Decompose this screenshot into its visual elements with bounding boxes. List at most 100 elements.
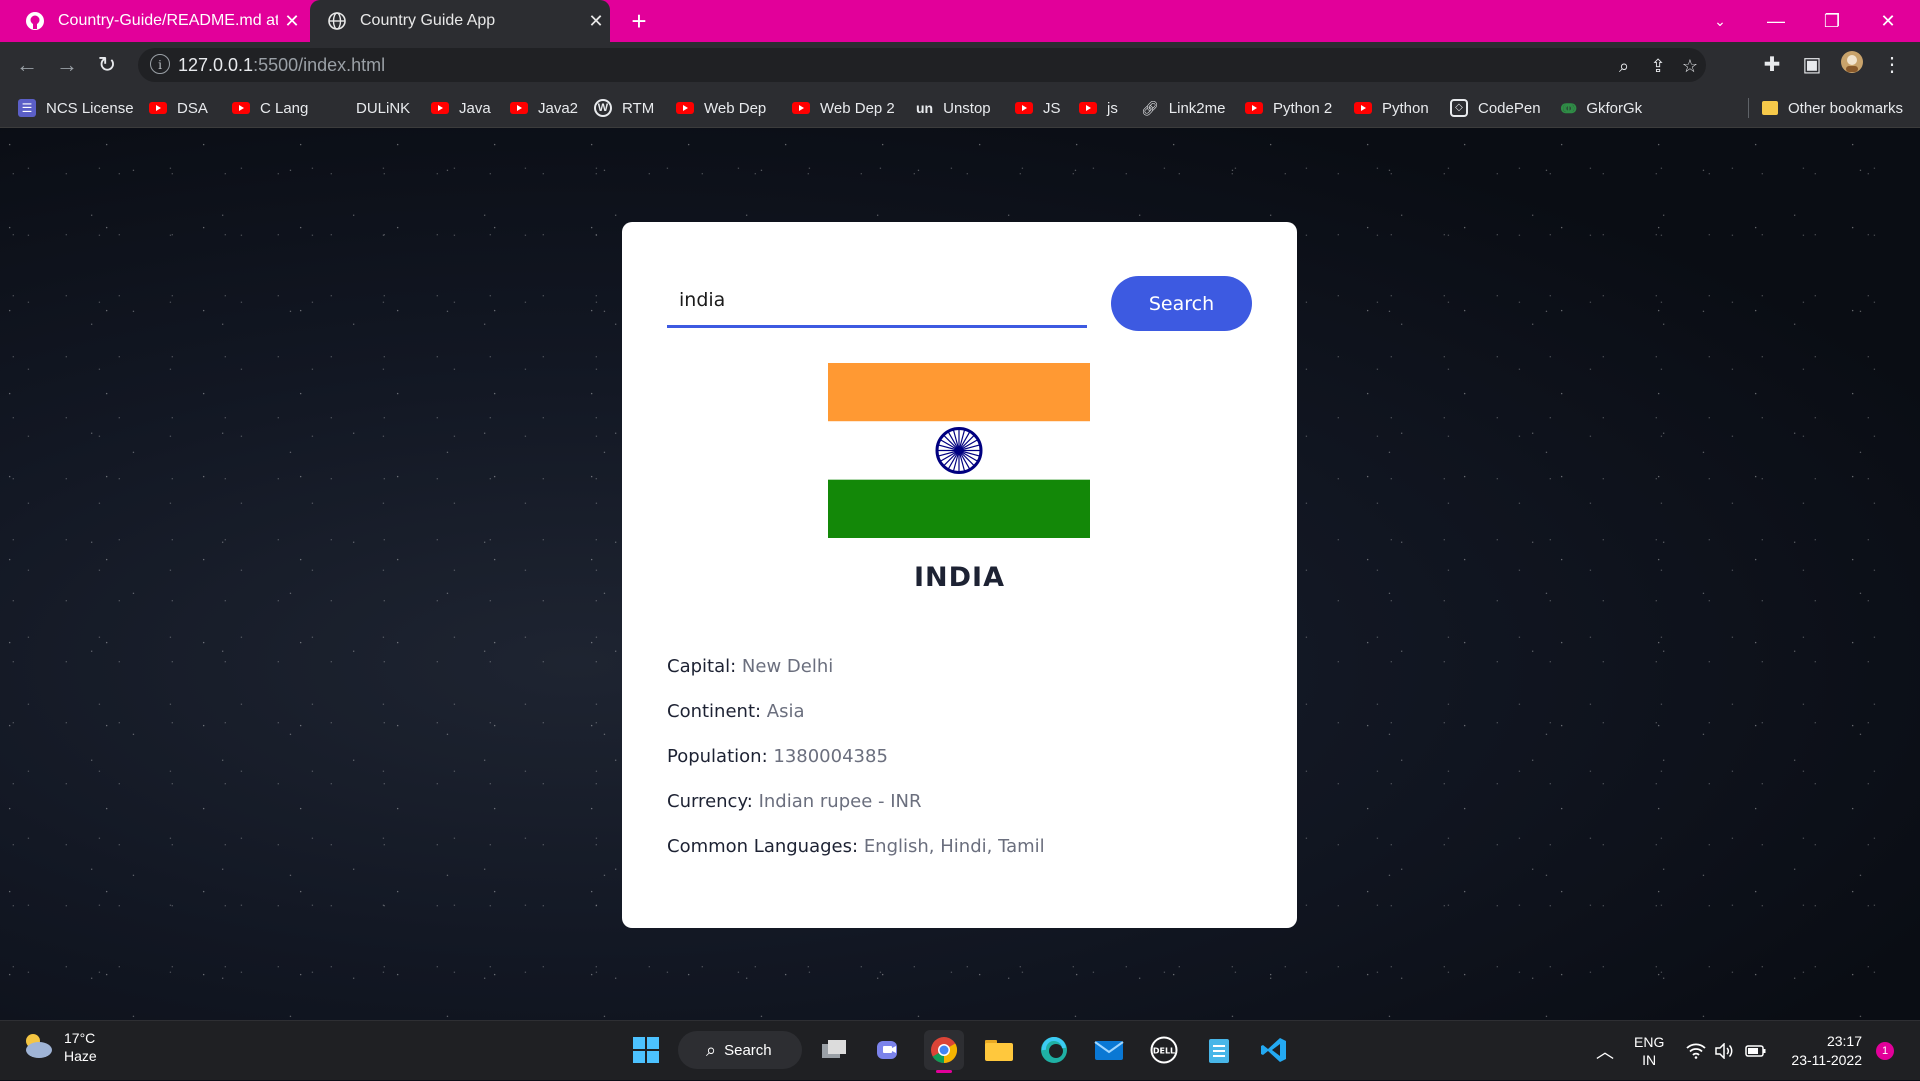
other-bookmarks[interactable]: Other bookmarks [1762,88,1903,128]
bookmark-ncs-license[interactable]: ☰ NCS License [18,88,134,128]
close-tab-icon[interactable]: ✕ [582,11,610,32]
forward-button[interactable]: → [52,50,82,80]
task-view-icon[interactable] [814,1030,854,1070]
bookmark-rtm[interactable]: W RTM [594,88,654,128]
info-key: Currency: [667,791,753,812]
bookmark-python-2[interactable]: Python 2 [1245,88,1332,128]
bookmark-codepen[interactable]: ◇ CodePen [1450,88,1541,128]
bookmark-star-icon[interactable]: ☆ [1678,54,1702,78]
language-indicator[interactable]: ENG IN [1634,1021,1664,1081]
windows-start-icon[interactable] [626,1030,666,1070]
bookmark-web-dep[interactable]: Web Dep [676,88,766,128]
wifi-icon[interactable] [1686,1021,1706,1081]
info-continent: Continent: Asia [667,701,805,722]
bookmark-python[interactable]: Python [1354,88,1429,128]
active-app-indicator [936,1070,952,1073]
show-hidden-icons[interactable]: ︿ [1596,1021,1614,1081]
taskbar-search-button[interactable]: ⌕ Search [678,1031,802,1069]
bookmarks-divider [1748,98,1749,118]
info-value: New Delhi [741,656,834,677]
close-window-button[interactable]: ✕ [1860,0,1916,42]
bookmark-c-lang[interactable]: C Lang [232,88,308,128]
restore-button[interactable]: ❐ [1804,0,1860,42]
bookmark-label: JS [1043,99,1061,117]
new-tab-button[interactable]: + [624,6,654,36]
info-icon[interactable]: i [150,54,170,74]
extensions-icon[interactable]: ✚ [1757,50,1787,80]
tab-bar: Country-Guide/README.md at m ✕ Country G… [0,0,1920,42]
youtube-icon [1245,102,1263,114]
bookmark-label: RTM [622,99,655,117]
bookmark-label: Web Dep 2 [820,99,895,117]
country-card: Search INDIA Capital: New Delhi Continen… [622,222,1297,928]
url-text: 127.0.0.1:5500/index.html [178,55,386,75]
battery-icon[interactable] [1745,1021,1767,1081]
minimize-button[interactable]: — [1748,0,1804,42]
back-button[interactable]: ← [12,50,42,80]
unstop-icon: un [916,100,934,116]
address-bar[interactable]: i 127.0.0.1:5500/index.html ⌕ ⇪ ☆ [138,48,1706,82]
info-population: Population: 1380004385 [667,746,888,767]
info-capital: Capital: New Delhi [667,656,833,677]
dell-icon[interactable]: DELL [1144,1030,1184,1070]
bookmark-label: Link2me [1168,99,1226,117]
weather-widget[interactable]: 17°C Haze [20,1029,97,1065]
country-search-input[interactable] [667,274,1087,328]
mail-icon[interactable] [1089,1030,1129,1070]
tab-title: Country Guide App [360,12,496,29]
profile-avatar[interactable] [1837,50,1867,80]
bookmark-java2[interactable]: Java2 [510,88,578,128]
bookmark-label: Web Dep [704,99,767,117]
bookmark-java[interactable]: Java [431,88,491,128]
info-languages: Common Languages: English, Hindi, Tamil [667,836,1045,857]
globe-icon [326,10,348,32]
bookmark-dsa[interactable]: DSA [149,88,208,128]
weather-temp: 17°C [64,1030,96,1046]
volume-icon[interactable] [1714,1021,1734,1081]
close-tab-icon[interactable]: ✕ [278,11,306,32]
notification-badge[interactable]: 1 [1876,1021,1894,1081]
other-bookmarks-label: Other bookmarks [1788,99,1904,117]
clock-date: 23-11-2022 [1791,1052,1862,1068]
info-value: English, Hindi, Tamil [863,836,1045,857]
tab-search-icon[interactable]: ⌄ [1692,0,1748,42]
teams-chat-icon[interactable] [869,1030,909,1070]
side-panel-icon[interactable]: ▣ [1797,50,1827,80]
bookmark-js-lower[interactable]: js [1079,88,1118,128]
bookmark-gkforgk[interactable]: ↈ GkforGk [1561,88,1642,128]
bookmark-link2me[interactable]: 🔗︎ Link2me [1141,88,1225,128]
bookmark-web-dep-2[interactable]: Web Dep 2 [792,88,895,128]
edge-icon[interactable] [1034,1030,1074,1070]
info-key: Continent: [667,701,762,722]
bookmark-label: C Lang [260,99,309,117]
svg-text:DELL: DELL [1153,1047,1175,1056]
vscode-icon[interactable] [1254,1030,1294,1070]
bookmark-js[interactable]: JS [1015,88,1061,128]
bookmark-unstop[interactable]: un Unstop [916,88,991,128]
tab-github-readme[interactable]: Country-Guide/README.md at m ✕ [6,0,306,42]
clock[interactable]: 23:17 23-11-2022 [1786,1021,1862,1081]
bookmark-label: CodePen [1478,99,1541,117]
notepad-icon[interactable] [1199,1030,1239,1070]
github-icon [24,10,46,32]
youtube-icon [1015,102,1033,114]
info-value: Indian rupee - INR [758,791,922,812]
info-key: Common Languages: [667,836,859,857]
chrome-icon[interactable] [924,1030,964,1073]
bookmark-label: Java2 [538,99,579,117]
tab-country-guide[interactable]: Country Guide App ✕ [310,0,610,42]
list-icon: ☰ [18,99,36,117]
file-explorer-icon[interactable] [979,1030,1019,1070]
search-button[interactable]: Search [1111,276,1252,331]
share-icon[interactable]: ⇪ [1646,54,1670,78]
bookmark-label: NCS License [46,99,134,117]
youtube-icon [676,102,694,114]
notification-count: 1 [1876,1042,1894,1060]
bookmark-dulink[interactable]: DULiNK [356,88,410,128]
zoom-icon[interactable]: ⌕ [1612,54,1636,78]
menu-kebab-icon[interactable]: ⋮ [1877,50,1907,80]
lang-region: IN [1642,1052,1657,1068]
reload-button[interactable]: ↻ [92,50,122,80]
youtube-icon [510,102,528,114]
codepen-icon: ◇ [1450,99,1468,117]
